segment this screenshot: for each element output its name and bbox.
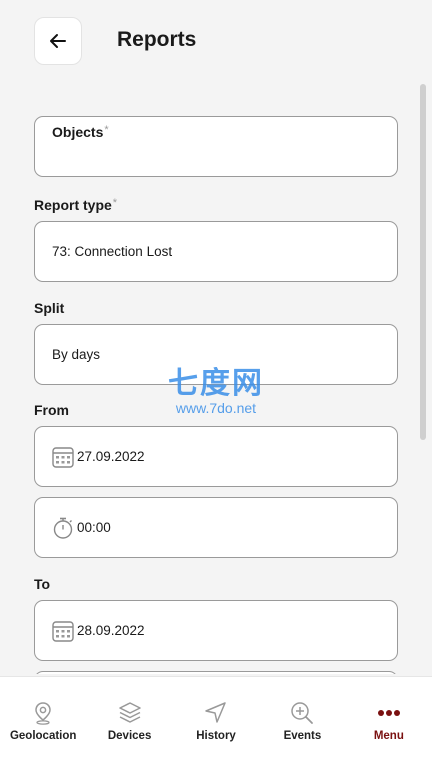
- zoom-in-icon: [291, 702, 314, 724]
- dots-menu-icon: [377, 710, 400, 716]
- app-header: Reports: [0, 0, 432, 84]
- nav-menu[interactable]: Menu: [346, 677, 432, 769]
- report-type-label: Report type*: [34, 197, 118, 213]
- nav-events[interactable]: Events: [259, 677, 345, 769]
- from-label: From: [34, 402, 69, 418]
- to-label: To: [34, 576, 51, 592]
- layers-icon: [118, 702, 141, 723]
- map-pin-icon: [35, 702, 51, 725]
- split-value: By days: [52, 347, 101, 362]
- nav-label: Events: [283, 730, 322, 742]
- calendar-icon: [52, 621, 74, 642]
- navigation-arrow-icon: [205, 702, 226, 723]
- watermark: 七度网 www.7do.net: [160, 358, 272, 416]
- objects-label: Objects*: [52, 124, 109, 140]
- required-marker: *: [104, 124, 109, 136]
- nav-history[interactable]: History: [173, 677, 259, 769]
- to-time-field[interactable]: [34, 671, 398, 674]
- page-title: Reports: [117, 28, 197, 51]
- nav-label: Geolocation: [9, 730, 77, 742]
- nav-geolocation[interactable]: Geolocation: [0, 677, 86, 769]
- from-date-value: 27.09.2022: [77, 449, 145, 464]
- stopwatch-icon: [53, 517, 73, 539]
- from-time-field[interactable]: 00:00: [34, 497, 398, 558]
- to-date-field[interactable]: 28.09.2022: [34, 600, 398, 661]
- scrollbar[interactable]: [420, 84, 426, 440]
- report-type-select[interactable]: 73: Connection Lost: [34, 221, 398, 282]
- arrow-left-icon: [50, 34, 66, 48]
- back-button[interactable]: [34, 17, 82, 65]
- to-date-value: 28.09.2022: [77, 623, 145, 638]
- from-date-field[interactable]: 27.09.2022: [34, 426, 398, 487]
- watermark-url: www.7do.net: [175, 400, 257, 416]
- calendar-icon: [52, 447, 74, 468]
- report-type-value: 73: Connection Lost: [52, 244, 173, 259]
- nav-devices[interactable]: Devices: [86, 677, 172, 769]
- objects-field[interactable]: Objects*: [34, 116, 398, 177]
- nav-label: Menu: [373, 730, 404, 742]
- split-label: Split: [34, 300, 65, 316]
- bottom-navigation: Geolocation Devices History Events Menu: [0, 676, 432, 769]
- from-time-value: 00:00: [77, 520, 111, 535]
- watermark-logo: 七度网: [168, 367, 264, 400]
- nav-label: History: [196, 730, 236, 742]
- required-marker: *: [112, 197, 118, 209]
- nav-label: Devices: [107, 730, 152, 742]
